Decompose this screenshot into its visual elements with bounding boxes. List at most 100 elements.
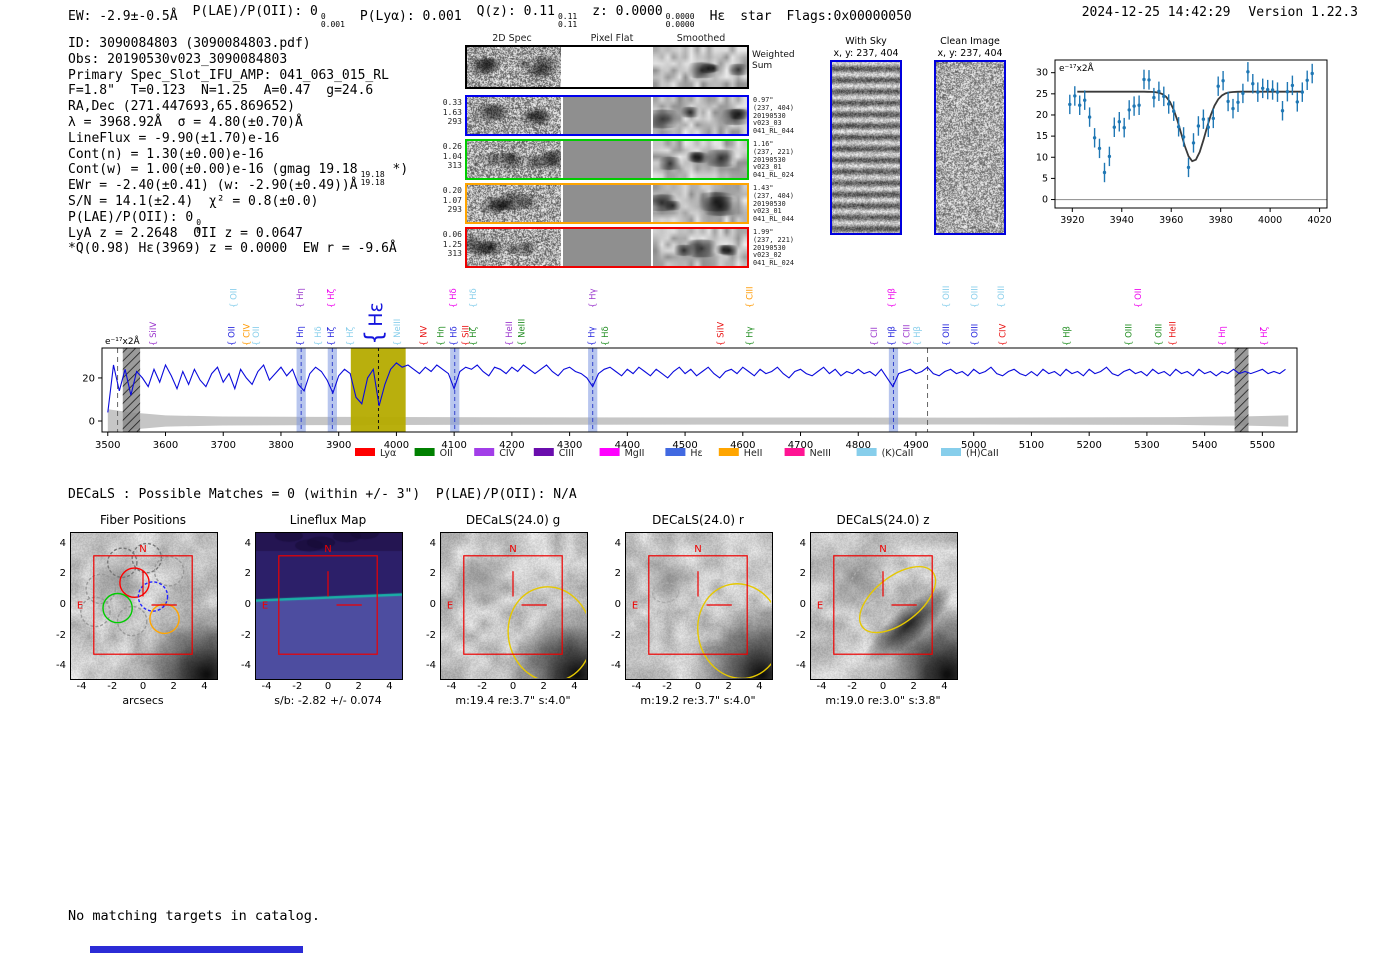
cutout-y-tick: -2 [796, 629, 806, 641]
svg-text:{ Hδ: { Hδ [601, 326, 611, 346]
header-metric: Flags:0x00000050 [786, 9, 912, 24]
cutout-x-tick: -2 [847, 681, 858, 692]
svg-text:{ OII: { OII [252, 326, 262, 346]
info-line: Cont(w) = 1.00(±0.00)e-16 (gmag 19.18 19.… [68, 162, 409, 188]
compass-east-label: E [632, 601, 638, 612]
cutout-xlabel: m:19.2 re:3.7" s:4.0" [640, 694, 756, 707]
header-metric: Q(z): 0.11 0.11 0.11 [476, 4, 578, 29]
cutout-y-tick: 4 [614, 537, 621, 549]
svg-text:3900: 3900 [326, 440, 351, 451]
svg-text:{ NeIII: { NeIII [393, 319, 403, 346]
svg-text:3980: 3980 [1209, 215, 1233, 226]
cutout-x-tick: 2 [910, 681, 917, 692]
footer-notes: No matching targets in catalog. Row inte… [68, 876, 320, 953]
svg-text:{ HeII: { HeII [505, 321, 515, 346]
twod-spec-row [465, 95, 749, 136]
info-line: S/N = 14.1(±2.4) χ² = 0.8(±0.0) [68, 193, 319, 209]
svg-text:3800: 3800 [268, 440, 293, 451]
cutout-x-tick: 4 [201, 681, 208, 692]
svg-text:{ OII: { OII [227, 326, 237, 346]
compass-north-label: N [694, 544, 701, 555]
info-line: λ = 3968.92Å σ = 4.80(±0.70)Å [68, 114, 303, 130]
svg-text:3700: 3700 [211, 440, 236, 451]
svg-text:{ NeIII: { NeIII [518, 319, 528, 346]
cutout-y-tick: -4 [56, 660, 66, 672]
bottom-progress-bar [90, 946, 303, 953]
svg-text:{ OIII: { OIII [942, 324, 952, 346]
with-sky-image [830, 60, 902, 235]
svg-text:{ HeII: { HeII [1168, 321, 1178, 346]
twod-row-left-labels: 0.06 1.25 313 [442, 230, 462, 258]
cutout-x-tick: -2 [292, 681, 303, 692]
header-metrics: EW: -2.9±-0.5Å P(LAE)/P(OII): 0 0 0.001 P(Ly… [68, 4, 912, 29]
stacked-value: 0.0000 0.0000 [665, 12, 695, 29]
svg-text:4000: 4000 [1258, 215, 1282, 226]
cutout-y-tick: 4 [799, 537, 806, 549]
svg-text:{ CIII: { CIII [746, 286, 756, 308]
svg-text:3600: 3600 [153, 440, 178, 451]
compass-east-label: E [77, 601, 83, 612]
svg-text:{ Hη: { Hη [436, 326, 446, 346]
svg-text:{ Hβ: { Hβ [888, 326, 898, 346]
svg-text:{ Hδ: { Hδ [450, 326, 460, 346]
smoothed-image [653, 229, 747, 266]
svg-text:0: 0 [89, 417, 95, 428]
cutout-x-tick: -4 [631, 681, 642, 692]
cutout-title: DECaLS(24.0) g [465, 513, 561, 527]
svg-text:{ Hζ: { Hζ [346, 326, 356, 346]
cutout-y-tick: 2 [614, 568, 621, 580]
cutout-x-tick: 2 [355, 681, 362, 692]
svg-text:{ Hδ: { Hδ [469, 288, 479, 308]
svg-text:CIV: CIV [499, 448, 515, 459]
compass-north-label: N [509, 544, 516, 555]
svg-text:{ Hδ: { Hδ [449, 288, 459, 308]
compass-east-label: E [817, 601, 823, 612]
svg-text:{ SiIV: { SiIV [149, 322, 159, 346]
cutout-x-tick: 4 [571, 681, 578, 692]
cutout-y-tick: -4 [796, 660, 806, 672]
svg-text:{ Hγ: { Hγ [746, 326, 756, 346]
svg-text:NeIII: NeIII [810, 448, 831, 459]
cutout-y-tick: 0 [614, 599, 621, 610]
twod-spec-image [467, 141, 561, 178]
svg-text:{ OII: { OII [230, 288, 240, 308]
svg-text:{ OIII: { OIII [970, 286, 980, 308]
twod-row-right-labels: 0.97" (237, 404) 20190530 v023_03 041_RL_044 [753, 96, 794, 136]
line-fit-inset-chart: 3920 3940 3960 3980 4000 4020 0 5 10 15 20 25 30 e⁻¹⁷… [1036, 59, 1332, 226]
smoothed-image [653, 47, 747, 87]
smoothed-image [653, 185, 747, 222]
info-line: Obs: 20190530v023_3090084803 [68, 51, 288, 67]
weighted-sum-label: Weighted Sum [752, 50, 795, 71]
svg-text:{ OIII: { OIII [1154, 324, 1164, 346]
cutout-xlabel: arcsecs [122, 694, 164, 707]
info-line: Cont(n) = 1.30(±0.00)e-16 [68, 146, 264, 162]
cutout-y-tick: -2 [611, 629, 621, 641]
svg-text:30: 30 [1036, 68, 1048, 79]
detection-info-block: ID: 3090084803 (3090084803.pdf) Obs: 2019… [68, 36, 408, 257]
cutout-title: Fiber Positions [99, 513, 187, 527]
twod-row-left-labels: 0.26 1.04 313 [442, 142, 462, 170]
cutout-x-tick: 4 [941, 681, 948, 692]
cutout-x-tick: 0 [694, 681, 702, 692]
twod-spec-image [467, 97, 561, 134]
header-metric: P(LAE)/P(OII): 0 0 0.001 [192, 4, 345, 29]
cutout-y-tick: 2 [244, 568, 251, 580]
svg-text:{ CIII: { CIII [903, 324, 913, 346]
info-line: P(LAE)/P(OII): 000 [68, 209, 202, 235]
svg-text:{ Hβ: { Hβ [888, 288, 898, 308]
stacked-value: 0 0.001 [320, 12, 345, 29]
twod-col-header-flat: Pixel Flat [590, 33, 634, 44]
header-metric: z: 0.0000 0.0000 0.0000 [592, 4, 695, 29]
cutout-x-tick: -2 [107, 681, 118, 692]
svg-text:20: 20 [1036, 110, 1048, 121]
svg-text:e⁻¹⁷x2Å: e⁻¹⁷x2Å [105, 335, 141, 347]
info-line: Primary Spec_Slot_IFU_AMP: 041_063_015_R… [68, 67, 389, 83]
svg-text:{ Hη: { Hη [1218, 326, 1228, 346]
svg-text:{ Hγ: { Hγ [589, 288, 599, 308]
cutout-title: DECaLS(24.0) r [652, 513, 744, 527]
twod-spec-image [467, 47, 561, 87]
info-line: RA,Dec (271.447693,65.869652) [68, 99, 295, 115]
cutout-overlay: NE [447, 544, 586, 678]
svg-text:{ Hβ: { Hβ [1063, 326, 1073, 346]
svg-text:CIII: CIII [559, 448, 574, 459]
